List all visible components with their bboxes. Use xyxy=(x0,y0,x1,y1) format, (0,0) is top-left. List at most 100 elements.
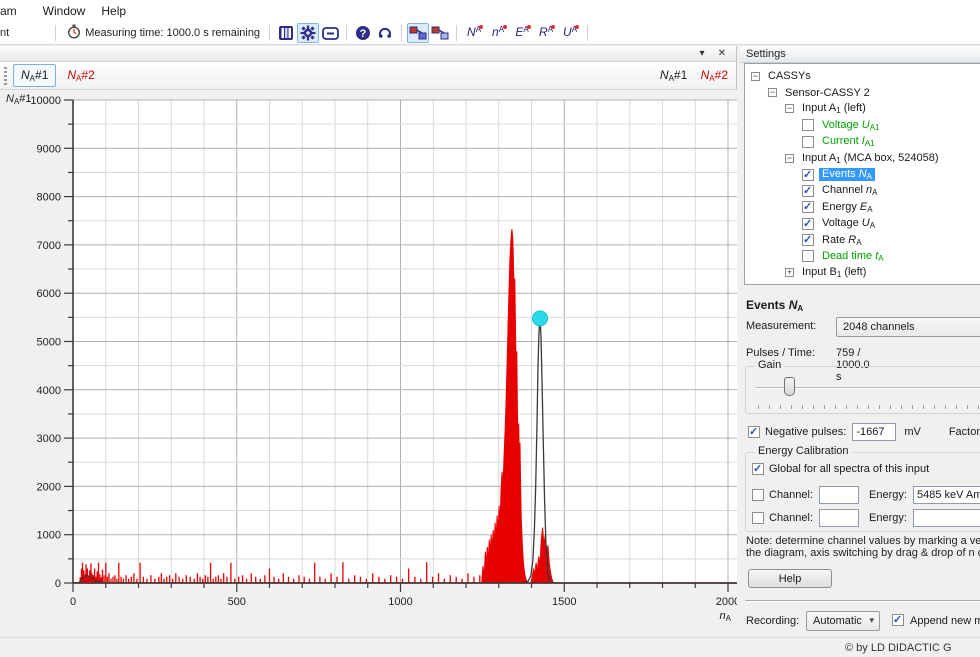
tree-item-energy[interactable]: Energy EA xyxy=(745,199,980,215)
collapse-icon[interactable]: − xyxy=(751,72,760,81)
toolbar-separator xyxy=(55,25,56,41)
tree-item-voltage[interactable]: Voltage UA1 xyxy=(745,117,980,133)
menu-item-help[interactable]: Help xyxy=(93,1,134,21)
collapse-icon[interactable]: − xyxy=(785,154,794,163)
channel2-checkbox[interactable] xyxy=(752,512,764,524)
help-icon[interactable]: ? xyxy=(352,23,374,43)
tree-item-dead-time[interactable]: Dead time tA xyxy=(745,248,980,264)
tab-na2[interactable]: NA#2 xyxy=(60,65,101,86)
pulses-time-label: Pulses / Time: xyxy=(746,347,815,359)
quantity-button-na[interactable]: nA xyxy=(486,23,510,43)
svg-text:500: 500 xyxy=(228,596,246,608)
tree-checkbox[interactable] xyxy=(802,234,814,246)
events-heading: Events NA xyxy=(746,298,803,313)
tree-item-label: Voltage UA xyxy=(819,217,878,230)
tree-checkbox[interactable] xyxy=(802,218,814,230)
quantity-button-ea[interactable]: EA xyxy=(510,23,534,43)
quantity-button-ua[interactable]: UA xyxy=(558,23,582,43)
display-icon[interactable] xyxy=(319,23,341,43)
quantity-button-ra[interactable]: RA xyxy=(534,23,558,43)
tree-item-events[interactable]: Events NA xyxy=(745,166,980,182)
tree-item-current[interactable]: Current IA1 xyxy=(745,134,980,150)
spectrum-chart[interactable]: NA#1 nA 01000200030004000500060007000800… xyxy=(0,90,737,637)
collapse-panel-icon[interactable]: ▾ xyxy=(694,47,710,61)
tree-item-label: CASSYs xyxy=(765,70,814,82)
tree-checkbox[interactable] xyxy=(802,185,814,197)
series-legend: NA#1 NA#2 xyxy=(650,68,728,83)
tree-item-label: Events NA xyxy=(819,168,875,181)
quantity-button-na[interactable]: NA xyxy=(462,23,486,43)
channel1-checkbox[interactable] xyxy=(752,489,764,501)
spectrum-svg: 0100020003000400050006000700080009000100… xyxy=(0,90,737,637)
legend-series-1[interactable]: NA#1 xyxy=(660,68,691,82)
global-spectra-label: Global for all spectra of this input xyxy=(769,463,929,475)
recording-select[interactable]: Automatic▾ xyxy=(806,611,880,631)
toolbar-separator xyxy=(346,25,347,41)
menu-item-diagram[interactable]: am xyxy=(0,1,25,21)
collapse-icon[interactable]: − xyxy=(768,88,777,97)
tree-item-label: Input B1 (left) xyxy=(799,266,869,279)
headset-icon[interactable] xyxy=(374,23,396,43)
tree-item-cassys[interactable]: −CASSYs xyxy=(745,68,980,84)
cassy-module-icon[interactable] xyxy=(407,23,429,43)
tab-symbol: N xyxy=(67,68,76,82)
toolbar-separator xyxy=(456,25,457,41)
energy1-input[interactable]: 5485 keV Am24 xyxy=(913,486,980,504)
menu-item-window[interactable]: Window xyxy=(35,1,94,21)
measurement-select[interactable]: 2048 channels xyxy=(836,317,980,337)
mv-unit-label: mV xyxy=(904,426,921,438)
append-measurement-checkbox[interactable] xyxy=(892,614,904,626)
svg-text:3000: 3000 xyxy=(37,433,61,445)
legend-series-2[interactable]: NA#2 xyxy=(701,68,728,82)
toolbar-separator xyxy=(587,25,588,41)
tree-item-label: Current IA1 xyxy=(819,135,878,148)
tree-item-rate[interactable]: Rate RA xyxy=(745,232,980,248)
svg-text:8000: 8000 xyxy=(37,192,61,204)
append-measurement-label: Append new mea xyxy=(910,615,980,627)
tab-symbol: N xyxy=(21,68,30,82)
svg-text:6000: 6000 xyxy=(37,288,61,300)
tree-checkbox[interactable] xyxy=(802,169,814,181)
gain-slider-thumb[interactable] xyxy=(784,377,795,396)
tree-checkbox[interactable] xyxy=(802,201,814,213)
tree-item-sensor-cassy-2[interactable]: −Sensor-CASSY 2 xyxy=(745,84,980,100)
energy1-label: Energy: xyxy=(869,489,907,501)
tab-na1[interactable]: NA#1 xyxy=(13,64,56,87)
negative-pulses-checkbox[interactable] xyxy=(748,426,760,438)
channel2-input[interactable] xyxy=(819,509,859,527)
channel1-input[interactable] xyxy=(819,486,859,504)
clipped-button-label[interactable]: nt xyxy=(0,27,9,39)
tree-checkbox[interactable] xyxy=(802,136,814,148)
svg-text:5000: 5000 xyxy=(37,337,61,349)
table-view-icon[interactable] xyxy=(275,23,297,43)
status-bar: © by LD DIDACTIC G xyxy=(0,637,980,657)
new-value-dot-icon xyxy=(503,25,507,29)
quantity-buttons: NAnAEARAUA xyxy=(462,23,582,43)
tree-item-input-b[interactable]: + Input B1 (left) xyxy=(745,265,980,281)
tree-item-input-a[interactable]: −Input A1 (left) xyxy=(745,101,980,117)
cassy-module-2-icon[interactable] xyxy=(429,23,451,43)
expand-icon[interactable]: + xyxy=(785,268,794,277)
calibration-note: Note: determine channel values by markin… xyxy=(746,535,980,559)
svg-text:0: 0 xyxy=(55,578,61,590)
tree-item-channel[interactable]: Channel nA xyxy=(745,183,980,199)
tree-checkbox[interactable] xyxy=(802,119,814,131)
global-spectra-checkbox[interactable] xyxy=(752,463,764,475)
tree-checkbox[interactable] xyxy=(802,250,814,262)
tree-item-label: Input A1 (MCA box, 524058) xyxy=(799,152,942,165)
toolbar-drag-handle[interactable] xyxy=(4,67,7,85)
collapse-icon[interactable]: − xyxy=(785,104,794,113)
svg-text:1000: 1000 xyxy=(388,596,412,608)
settings-gear-icon[interactable] xyxy=(297,23,319,43)
tree-item-label: Dead time tA xyxy=(819,250,887,263)
help-button[interactable]: Help xyxy=(748,569,832,588)
svg-text:7000: 7000 xyxy=(37,240,61,252)
cassy-tree: −CASSYs−Sensor-CASSY 2−Input A1 (left)Vo… xyxy=(744,63,980,285)
negative-pulses-input[interactable]: -1667 xyxy=(852,423,896,441)
energy2-input[interactable] xyxy=(913,509,980,527)
tree-item-input-a[interactable]: −Input A1 (MCA box, 524058) xyxy=(745,150,980,166)
close-panel-icon[interactable]: ✕ xyxy=(714,47,730,61)
gain-label: Gain xyxy=(754,359,785,371)
tree-item-voltage[interactable]: Voltage UA xyxy=(745,216,980,232)
peak-marker[interactable] xyxy=(533,311,548,326)
